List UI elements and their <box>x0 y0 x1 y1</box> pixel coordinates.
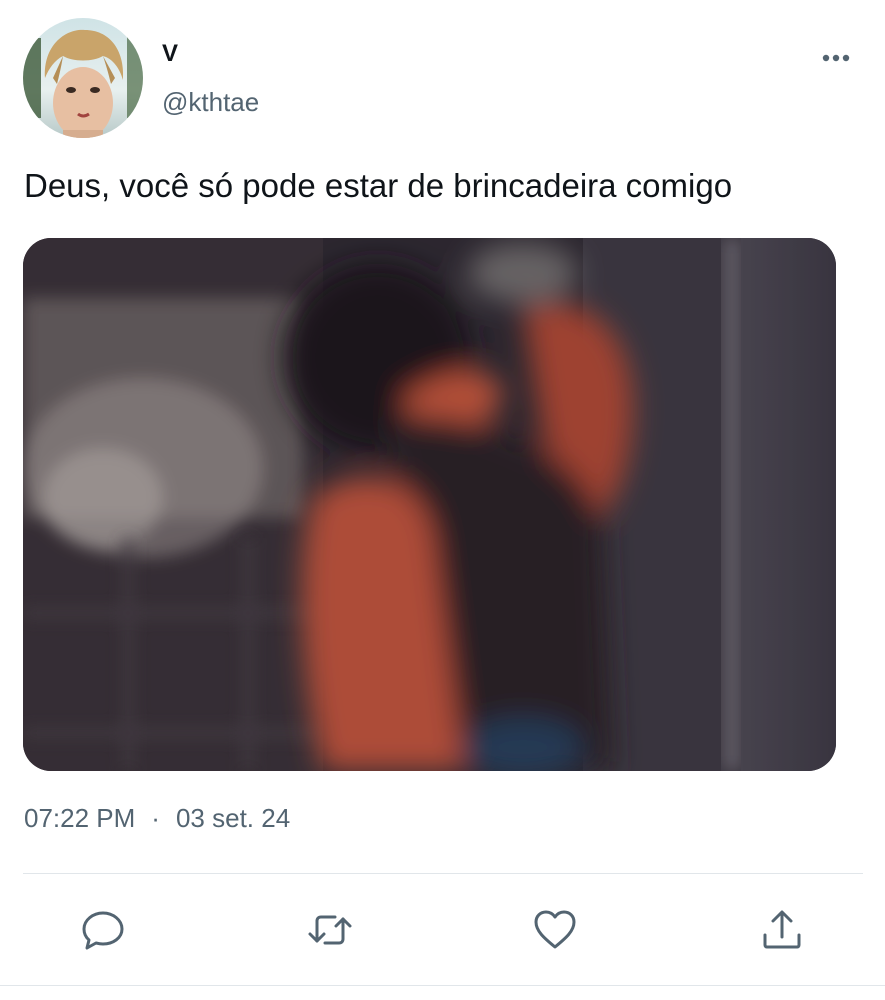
media-photo <box>23 238 836 771</box>
reply-button[interactable] <box>78 905 128 955</box>
more-options-button[interactable] <box>812 40 860 76</box>
retweet-button[interactable] <box>305 905 355 955</box>
tweet-media-image[interactable] <box>23 238 836 771</box>
reply-icon <box>82 911 124 950</box>
share-button[interactable] <box>757 905 807 955</box>
divider <box>23 873 863 874</box>
heart-icon <box>534 910 576 949</box>
like-button[interactable] <box>530 905 580 955</box>
display-name[interactable]: V <box>162 40 178 68</box>
avatar[interactable] <box>23 18 143 138</box>
share-icon <box>763 910 801 949</box>
bottom-divider <box>0 985 885 986</box>
more-horizontal-icon <box>822 54 850 62</box>
tweet-date: 03 set. 24 <box>175 803 291 833</box>
meta-separator: · <box>151 803 160 833</box>
avatar-image <box>23 18 143 138</box>
tweet-time: 07:22 PM <box>24 803 136 833</box>
tweet-timestamp[interactable]: 07:22 PM · 03 set. 24 <box>24 803 290 834</box>
retweet-icon <box>308 915 352 945</box>
tweet-text: Deus, você só pode estar de brincadeira … <box>24 167 733 204</box>
user-handle[interactable]: @kthtae <box>162 87 259 118</box>
